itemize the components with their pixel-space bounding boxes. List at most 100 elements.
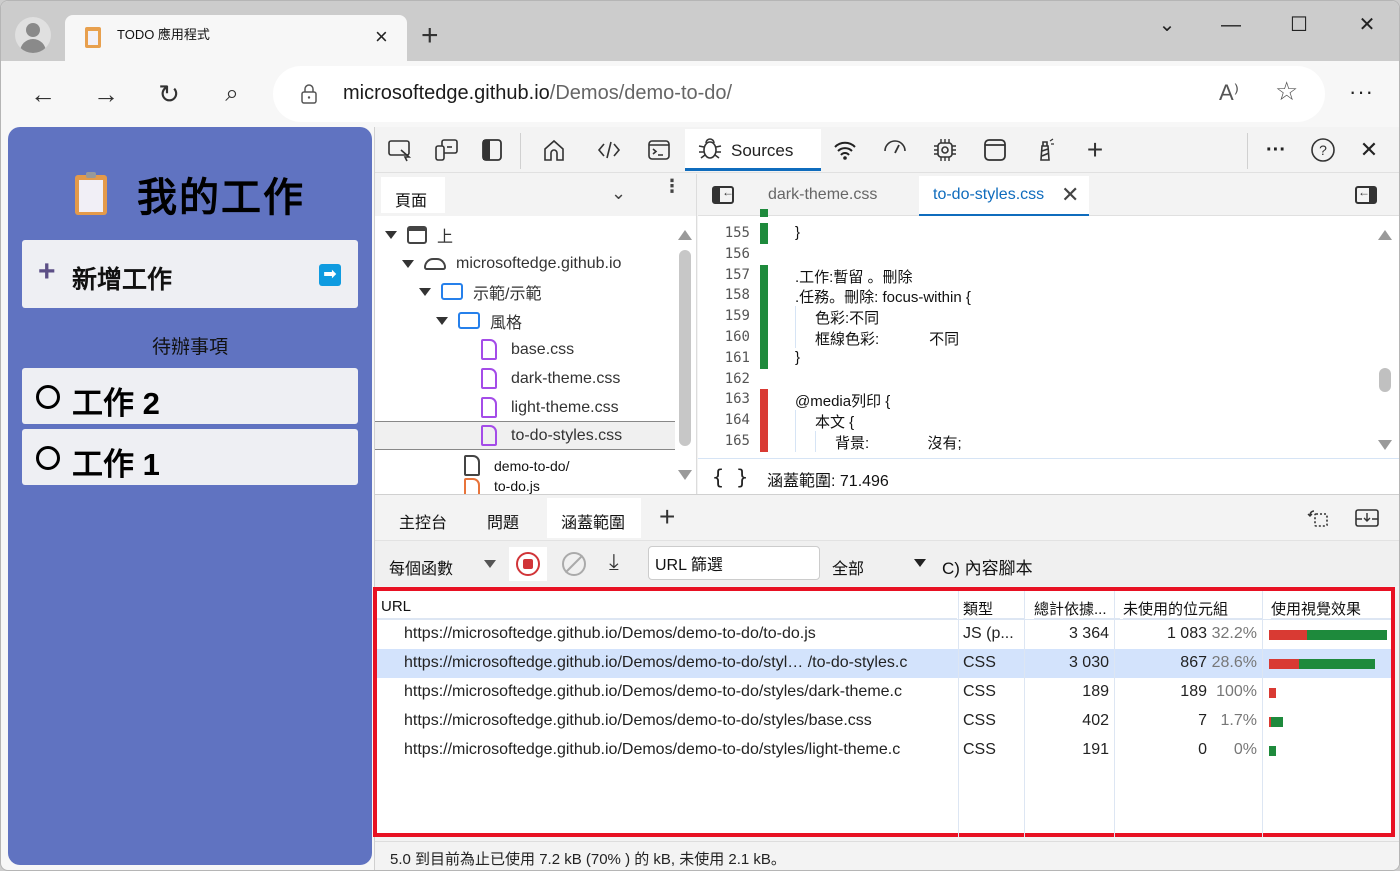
add-task-input[interactable]: + 新增工作 ➡ xyxy=(22,240,358,308)
read-aloud-icon[interactable]: A⁾ xyxy=(1219,80,1239,106)
tree-item-domain[interactable]: microsoftedge.github.io xyxy=(375,249,675,278)
application-icon[interactable] xyxy=(980,135,1010,165)
welcome-home-icon[interactable] xyxy=(539,135,569,165)
elements-icon[interactable] xyxy=(594,135,624,165)
line-number[interactable]: 159 xyxy=(698,308,750,324)
tree-item-file[interactable]: base.css xyxy=(375,335,675,364)
scroll-down-arrow[interactable] xyxy=(678,470,692,480)
dock-side-icon[interactable] xyxy=(477,135,507,165)
lighthouse-icon[interactable] xyxy=(1030,135,1060,165)
add-drawer-tab-button[interactable]: + xyxy=(659,501,675,533)
url-filter-input[interactable] xyxy=(648,546,820,580)
address-bar[interactable]: microsoftedge.github.io/Demos/demo-to-do… xyxy=(273,66,1325,122)
lock-icon[interactable] xyxy=(301,84,317,104)
scroll-up-arrow[interactable] xyxy=(678,230,692,240)
navigator-scrollbar[interactable] xyxy=(678,230,692,490)
content-type-select[interactable]: 全部 xyxy=(832,555,864,579)
scrollbar-thumb[interactable] xyxy=(1379,368,1391,392)
more-tools-button[interactable]: + xyxy=(1080,134,1110,165)
dock-drawer-icon[interactable] xyxy=(1354,507,1380,534)
line-number[interactable]: 157 xyxy=(698,267,750,283)
task-checkbox[interactable] xyxy=(36,446,60,470)
content-scripts-checkbox[interactable]: C) 內容腳本 xyxy=(942,554,1033,579)
back-button[interactable]: ← xyxy=(25,77,61,113)
pretty-print-button[interactable]: { } xyxy=(712,465,748,489)
url-filter-field[interactable] xyxy=(649,547,819,579)
line-number[interactable]: 156 xyxy=(698,246,750,262)
record-button[interactable] xyxy=(509,547,547,581)
line-number[interactable]: 158 xyxy=(698,287,750,303)
coverage-row[interactable]: https://microsoftedge.github.io/Demos/de… xyxy=(377,620,1391,649)
chevron-down-icon[interactable]: ⌄ xyxy=(611,183,626,204)
tab-search-button[interactable]: ⌄ xyxy=(1147,11,1187,39)
network-wifi-icon[interactable] xyxy=(830,135,860,165)
tab-console[interactable]: 主控台 xyxy=(399,509,447,533)
line-number[interactable]: 164 xyxy=(698,412,750,428)
favorite-star-icon[interactable]: ☆ xyxy=(1275,76,1298,107)
profile-avatar[interactable] xyxy=(15,17,51,53)
coverage-type-select[interactable]: 每個函數 xyxy=(389,555,453,579)
code-line[interactable]: 155} xyxy=(698,223,1378,244)
tree-item-file[interactable]: light-theme.css xyxy=(375,393,675,422)
customize-menu-button[interactable]: ··· xyxy=(1261,135,1291,165)
line-number[interactable]: 165 xyxy=(698,433,750,449)
console-icon[interactable] xyxy=(644,135,674,165)
line-number[interactable]: 163 xyxy=(698,391,750,407)
code-line[interactable]: 156 xyxy=(698,244,1378,265)
column-header-type[interactable]: 類型 xyxy=(963,591,1025,619)
tree-item-document[interactable]: demo-to-do/ xyxy=(375,451,675,480)
code-line[interactable]: 162 xyxy=(698,369,1378,390)
tab-issues[interactable]: 問題 xyxy=(487,509,519,533)
line-number[interactable]: 155 xyxy=(698,225,750,241)
column-header-url[interactable]: URL xyxy=(377,591,957,619)
search-button[interactable]: ⌕ xyxy=(214,77,250,113)
tree-item-top-frame[interactable]: 上 xyxy=(375,220,675,249)
tab-close-button[interactable]: × xyxy=(375,25,388,49)
coverage-row[interactable]: https://microsoftedge.github.io/Demos/de… xyxy=(377,736,1391,765)
code-line[interactable]: 164 本文 { xyxy=(698,410,1378,432)
device-emulation-icon[interactable] xyxy=(431,135,461,165)
code-line[interactable]: 165 背景: 沒有; xyxy=(698,431,1378,452)
line-number[interactable]: 161 xyxy=(698,350,750,366)
tab-sources[interactable]: Sources xyxy=(685,129,821,171)
clear-all-button[interactable] xyxy=(562,552,586,576)
tree-item-folder-demos[interactable]: 示範/示範 xyxy=(375,277,675,306)
code-line[interactable]: 163 @media列印 { xyxy=(698,389,1378,411)
dropdown-caret-icon[interactable] xyxy=(914,559,926,567)
tree-item-file-selected[interactable]: to-do-styles.css xyxy=(375,421,675,450)
coverage-row[interactable]: https://microsoftedge.github.io/Demos/de… xyxy=(377,707,1391,736)
dropdown-caret-icon[interactable] xyxy=(484,560,496,568)
url-text[interactable]: microsoftedge.github.io/Demos/demo-to-do… xyxy=(343,82,732,105)
task-item[interactable]: 工作 2 xyxy=(22,368,358,424)
submit-arrow-button[interactable]: ➡ xyxy=(319,264,341,286)
scroll-up-arrow[interactable] xyxy=(1378,230,1392,240)
close-devtools-button[interactable]: ✕ xyxy=(1354,135,1384,165)
line-number[interactable]: 160 xyxy=(698,329,750,345)
navigator-more-icon[interactable]: ⋮ xyxy=(663,177,681,195)
column-header-usage-visualization[interactable]: 使用視覺效果 xyxy=(1271,591,1391,619)
toggle-navigator-icon[interactable]: ← xyxy=(712,185,734,204)
editor-scrollbar[interactable] xyxy=(1378,230,1392,460)
help-button[interactable]: ? xyxy=(1308,135,1338,165)
scroll-down-arrow[interactable] xyxy=(1378,440,1392,450)
browser-menu-button[interactable]: ··· xyxy=(1349,79,1374,105)
browser-tab[interactable]: TODO 應用程式 × xyxy=(65,15,407,61)
minimize-button[interactable]: — xyxy=(1211,11,1251,39)
maximize-button[interactable]: ☐ xyxy=(1279,11,1319,39)
refresh-button[interactable]: ↻ xyxy=(151,77,187,113)
task-item[interactable]: 工作 1 xyxy=(22,429,358,485)
column-header-total-bytes[interactable]: 總計依據... xyxy=(1034,591,1120,619)
task-checkbox[interactable] xyxy=(36,385,60,409)
code-line[interactable]: 160 框線色彩: 不同 xyxy=(698,327,1378,348)
tree-item-file[interactable]: dark-theme.css xyxy=(375,364,675,393)
scrollbar-thumb[interactable] xyxy=(679,250,691,446)
memory-chip-icon[interactable] xyxy=(930,135,960,165)
line-number[interactable]: 162 xyxy=(698,371,750,387)
tab-coverage[interactable]: 涵蓋範圍 xyxy=(547,498,641,538)
code-line[interactable]: 158 .任務。刪除: focus-within { xyxy=(698,285,1378,307)
coverage-row[interactable]: https://microsoftedge.github.io/Demos/de… xyxy=(377,649,1391,678)
code-line[interactable]: 157 .工作:暫留 。刪除 xyxy=(698,264,1378,286)
reload-coverage-icon[interactable] xyxy=(1304,507,1330,534)
export-download-icon[interactable]: ⤓ xyxy=(609,549,619,575)
new-tab-button[interactable]: + xyxy=(421,19,439,53)
